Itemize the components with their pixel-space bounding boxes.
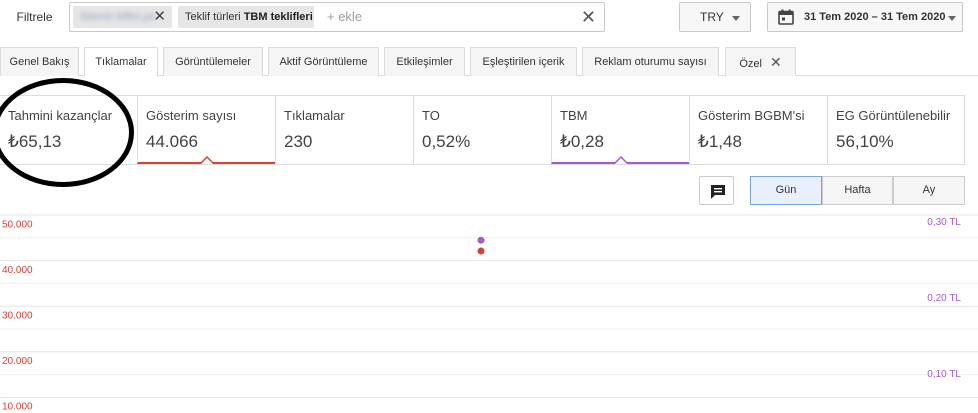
left-axis-tick-label: 40.000: [2, 265, 33, 276]
selected-pointer-icon: [614, 156, 628, 164]
clear-filters-icon[interactable]: ✕: [581, 5, 596, 29]
chevron-down-icon: [948, 16, 956, 21]
left-axis-tick-label: 50.000: [2, 220, 33, 231]
granularity-month-button[interactable]: Ay: [893, 176, 965, 205]
performance-chart: 50.000 40.000 30.000 20.000 10.000 0,30 TL 0,2…: [0, 210, 978, 413]
add-filter-input[interactable]: + ekle: [327, 9, 362, 24]
granularity-day-button[interactable]: Gün: [750, 176, 822, 205]
right-axis-tick-label: 0,20 TL: [927, 293, 961, 304]
metric-label: Tıklamalar: [284, 108, 345, 123]
metric-label: EG Görüntülenebilir: [836, 108, 951, 123]
metric-value: ₺0,28: [560, 132, 604, 151]
filter-button[interactable]: Filtrele: [5, 5, 64, 29]
metric-value: 56,10%: [836, 132, 894, 151]
metric-impression-rpm[interactable]: Gösterim BGBM'si ₺1,48: [689, 96, 827, 164]
data-point-impressions: [477, 247, 485, 255]
metric-label: Gösterim sayısı: [146, 108, 237, 123]
left-axis-tick-label: 20.000: [2, 356, 33, 367]
left-axis-tick-label: 10.000: [2, 402, 33, 413]
filter-chip-bid-type-value: TBM teklifleri: [243, 11, 313, 23]
chart-canvas: 50.000 40.000 30.000 20.000 10.000 0,30 TL 0,2…: [0, 214, 978, 413]
close-icon[interactable]: ✕: [153, 6, 166, 28]
filter-chip-bid-type-prefix: Teklif türleri: [185, 11, 241, 23]
annotation-circle: [0, 78, 134, 187]
filter-bar: Filtrele Sitenin Mflm.ps ✕ Teklif türler…: [0, 0, 978, 33]
metric-value: 44.066: [146, 132, 198, 151]
metrics-row: Tahmini kazançlar ₺65,13 Gösterim sayısı…: [0, 95, 965, 165]
comment-icon: [711, 185, 725, 199]
tab-custom[interactable]: Özel ✕: [725, 47, 796, 76]
date-range-picker[interactable]: 31 Tem 2020 – 31 Tem 2020: [767, 2, 963, 32]
metric-label: TO: [422, 108, 440, 123]
granularity-week-button[interactable]: Hafta: [822, 176, 893, 205]
filter-input-box[interactable]: Sitenin Mflm.ps ✕ Teklif türleri TBM tek…: [69, 2, 605, 32]
data-point-cpc: [477, 236, 485, 244]
date-range-value: 31 Tem 2020 – 31 Tem 2020: [804, 11, 946, 23]
filter-chip-site[interactable]: Sitenin Mflm.ps ✕: [73, 6, 172, 28]
filter-chip-bid-type[interactable]: Teklif türleri TBM teklifleri: [178, 6, 314, 28]
left-axis-tick-label: 30.000: [2, 311, 33, 322]
selected-pointer-icon: [200, 156, 214, 164]
tab-ad-sessions[interactable]: Reklam oturumu sayısı: [582, 47, 719, 76]
metric-ctr[interactable]: TO 0,52%: [413, 96, 551, 164]
metric-value: 0,52%: [422, 132, 471, 151]
tab-custom-label: Özel: [739, 58, 762, 70]
metric-label: Gösterim BGBM'si: [698, 108, 805, 123]
tab-overview[interactable]: Genel Bakış: [0, 47, 79, 76]
metric-active-view-viewable[interactable]: EG Görüntülenebilir 56,10%: [827, 96, 965, 164]
tab-clicks[interactable]: Tıklamalar: [84, 47, 158, 77]
metric-cpc[interactable]: TBM ₺0,28: [551, 96, 689, 164]
right-axis-tick-label: 0,10 TL: [927, 369, 961, 380]
tab-views[interactable]: Görüntülemeler: [163, 47, 263, 76]
calendar-icon: [778, 9, 794, 25]
report-tabs: Genel Bakış Tıklamalar Görüntülemeler Ak…: [0, 47, 978, 77]
tab-interactions[interactable]: Etkileşimler: [384, 47, 465, 76]
metric-clicks[interactable]: Tıklamalar 230: [275, 96, 413, 164]
right-axis-tick-label: 0,30 TL: [927, 217, 961, 228]
tab-matched-content[interactable]: Eşleştirilen içerik: [470, 47, 577, 76]
chevron-down-icon: [732, 16, 740, 21]
close-icon[interactable]: ✕: [770, 54, 782, 70]
metric-value: 230: [284, 132, 313, 151]
add-note-button[interactable]: [699, 176, 734, 205]
metric-value: ₺1,48: [698, 132, 742, 151]
metric-label: TBM: [560, 108, 588, 123]
currency-select[interactable]: TRY: [679, 2, 751, 32]
tab-active-view[interactable]: Aktif Görüntüleme: [268, 47, 379, 76]
metric-impressions[interactable]: Gösterim sayısı 44.066: [137, 96, 275, 164]
currency-value: TRY: [700, 10, 724, 24]
filter-chip-site-label: Sitenin Mflm.ps: [80, 11, 156, 23]
